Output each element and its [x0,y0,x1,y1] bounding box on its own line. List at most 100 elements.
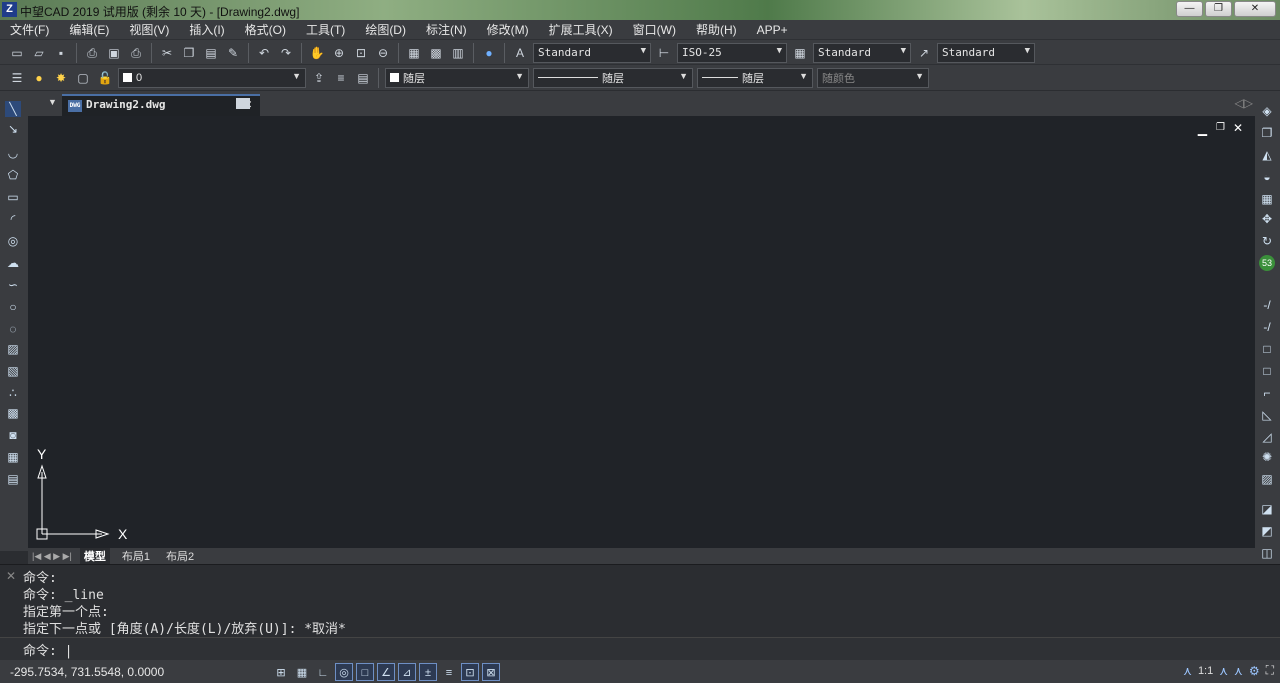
publish-icon[interactable]: ⎙ [127,44,145,62]
viewport-minimize-icon[interactable]: ▁ [1198,122,1207,136]
annotation-visibility-icon[interactable]: ⋏ [1219,664,1228,678]
selection-cycling-icon[interactable]: ⊠ [482,663,500,681]
move-icon[interactable]: ✥ [1259,211,1275,227]
blend-icon[interactable]: ◿ [1259,429,1275,445]
transparency-icon[interactable]: ⊡ [461,663,479,681]
menu-tools[interactable]: 工具(T) [306,21,345,38]
annotation-scale-icon[interactable]: ⋏ [1183,664,1192,678]
menu-format[interactable]: 格式(O) [245,21,286,38]
polygon-icon[interactable]: ⬠ [5,167,21,183]
ortho-icon[interactable]: ∟ [314,663,332,681]
mirror-icon[interactable]: ◭ [1259,147,1275,163]
tab-layout2[interactable]: 布局2 [162,548,198,564]
polyline-icon[interactable]: ↘ [5,121,21,137]
menu-draw[interactable]: 绘图(D) [365,21,406,38]
rectangle-icon[interactable]: ▭ [5,189,21,205]
menu-modify[interactable]: 修改(M) [487,21,529,38]
chamfer-icon[interactable]: ⌐ [1259,385,1275,401]
tab-model[interactable]: 模型 [79,548,110,564]
fillet-icon[interactable]: ◺ [1259,407,1275,423]
drawing-canvas[interactable]: ▁ ❐ ✕ Y X [28,116,1255,550]
zoom-window-icon[interactable]: ⊡ [352,44,370,62]
table-style-select[interactable]: Standard ▼ [813,42,911,63]
lineweight-select[interactable]: 随层 ▼ [697,67,813,88]
point-icon[interactable]: ∴ [5,385,21,401]
annotation-scale-value[interactable]: 1:1 [1198,665,1213,677]
menu-window[interactable]: 窗口(W) [633,21,676,38]
layer-lock-icon[interactable]: 🔓 [96,69,114,87]
print-preview-icon[interactable]: ▣ [105,44,123,62]
make-current-layer-icon[interactable]: ⇪ [310,69,328,87]
new-tab-icon[interactable] [236,98,250,109]
dynamic-input-icon[interactable]: ± [419,663,437,681]
insert-block-icon[interactable]: ▨ [5,341,21,357]
dim-style-select[interactable]: ISO-25 ▼ [677,42,787,63]
layer-freeze-icon[interactable]: ✸ [52,69,70,87]
undo-icon[interactable]: ↶ [255,44,273,62]
break-icon[interactable]: □ [1259,341,1275,357]
draw-order-back-icon[interactable]: ◩ [1259,523,1275,539]
make-block-icon[interactable]: ▧ [5,363,21,379]
color-select[interactable]: 随层 ▼ [385,67,529,88]
mtext-icon[interactable]: ▤ [5,471,21,487]
line-icon[interactable]: ╲ [5,101,21,117]
lineweight-icon[interactable]: ≡ [440,663,458,681]
spline-icon[interactable]: ∽ [5,277,21,293]
revcloud-icon[interactable]: ☁ [5,255,21,271]
array-icon[interactable]: ▦ [1259,191,1275,207]
minimize-button[interactable]: — [1176,1,1203,17]
layer-states-icon[interactable]: ▤ [354,69,372,87]
menu-insert[interactable]: 插入(I) [189,21,224,38]
maximize-button[interactable]: ❐ [1205,1,1232,17]
plotstyle-select[interactable]: 随颜色 ▼ [817,67,929,88]
match-properties-icon[interactable]: ✎ [224,44,242,62]
edit-block-icon[interactable]: ▨ [1259,471,1275,487]
menu-file[interactable]: 文件(F) [10,21,49,38]
offset-icon[interactable]: ◒ [1259,169,1275,185]
snap-icon[interactable]: ⊞ [272,663,290,681]
new-file-icon[interactable]: ▭ [8,44,26,62]
arc-icon[interactable]: ◡ [5,145,21,161]
close-button[interactable]: ✕ [1234,1,1276,17]
menu-app-plus[interactable]: APP+ [757,23,788,37]
rotate-icon[interactable]: ↻ [1259,233,1275,249]
copy-object-icon[interactable]: ❐ [1259,125,1275,141]
settings-gear-icon[interactable]: ⚙ [1249,664,1260,678]
zoom-realtime-icon[interactable]: ⊕ [330,44,348,62]
draw-order-front-icon[interactable]: ◪ [1259,501,1275,517]
layer-viewport-icon[interactable]: ▢ [74,69,92,87]
explode-icon[interactable]: ✺ [1259,449,1275,465]
redo-icon[interactable]: ↷ [277,44,295,62]
layout-nav-arrows[interactable]: |◀ ◀ ▶ ▶| [32,551,72,562]
draw-order-above-icon[interactable]: ◫ [1259,545,1275,561]
properties-icon[interactable]: ▦ [405,44,423,62]
join-icon[interactable]: □ [1259,363,1275,379]
ellipse-arc-icon[interactable]: ◌ [5,321,21,337]
pan-icon[interactable]: ✋ [308,44,326,62]
menu-view[interactable]: 视图(V) [129,21,169,38]
extend-icon[interactable]: -/ [1259,319,1275,335]
clean-screen-icon[interactable]: ⛶ [1266,663,1274,678]
tab-layout1[interactable]: 布局1 [118,548,154,564]
layer-select[interactable]: 0 ▼ [118,67,306,88]
erase-icon[interactable]: ◈ [1259,103,1275,119]
open-folder-icon[interactable]: ▱ [30,44,48,62]
linetype-select[interactable]: 随层 ▼ [533,67,693,88]
text-style-select[interactable]: Standard ▼ [533,42,651,63]
command-panel-close-icon[interactable]: ✕ [6,569,16,583]
menu-edit[interactable]: 编辑(E) [69,21,109,38]
menu-extension-tools[interactable]: 扩展工具(X) [549,21,613,38]
layer-manager-icon[interactable]: ☰ [8,69,26,87]
copy-icon[interactable]: ❐ [180,44,198,62]
auto-scale-icon[interactable]: ⋏ [1234,664,1243,678]
scroll-tabs-icon[interactable]: ◁▷ [1235,96,1253,110]
menu-dimension[interactable]: 标注(N) [426,21,467,38]
circle-icon[interactable]: ◎ [5,233,21,249]
dynamic-ucs-icon[interactable]: ⊿ [398,663,416,681]
osnap-icon[interactable]: □ [356,663,374,681]
menu-help[interactable]: 帮助(H) [696,21,737,38]
region-icon[interactable]: ◙ [5,427,21,443]
help-icon[interactable]: ● [480,44,498,62]
layer-previous-icon[interactable]: ≡ [332,69,350,87]
arc-3point-icon[interactable]: ◜ [5,211,21,227]
